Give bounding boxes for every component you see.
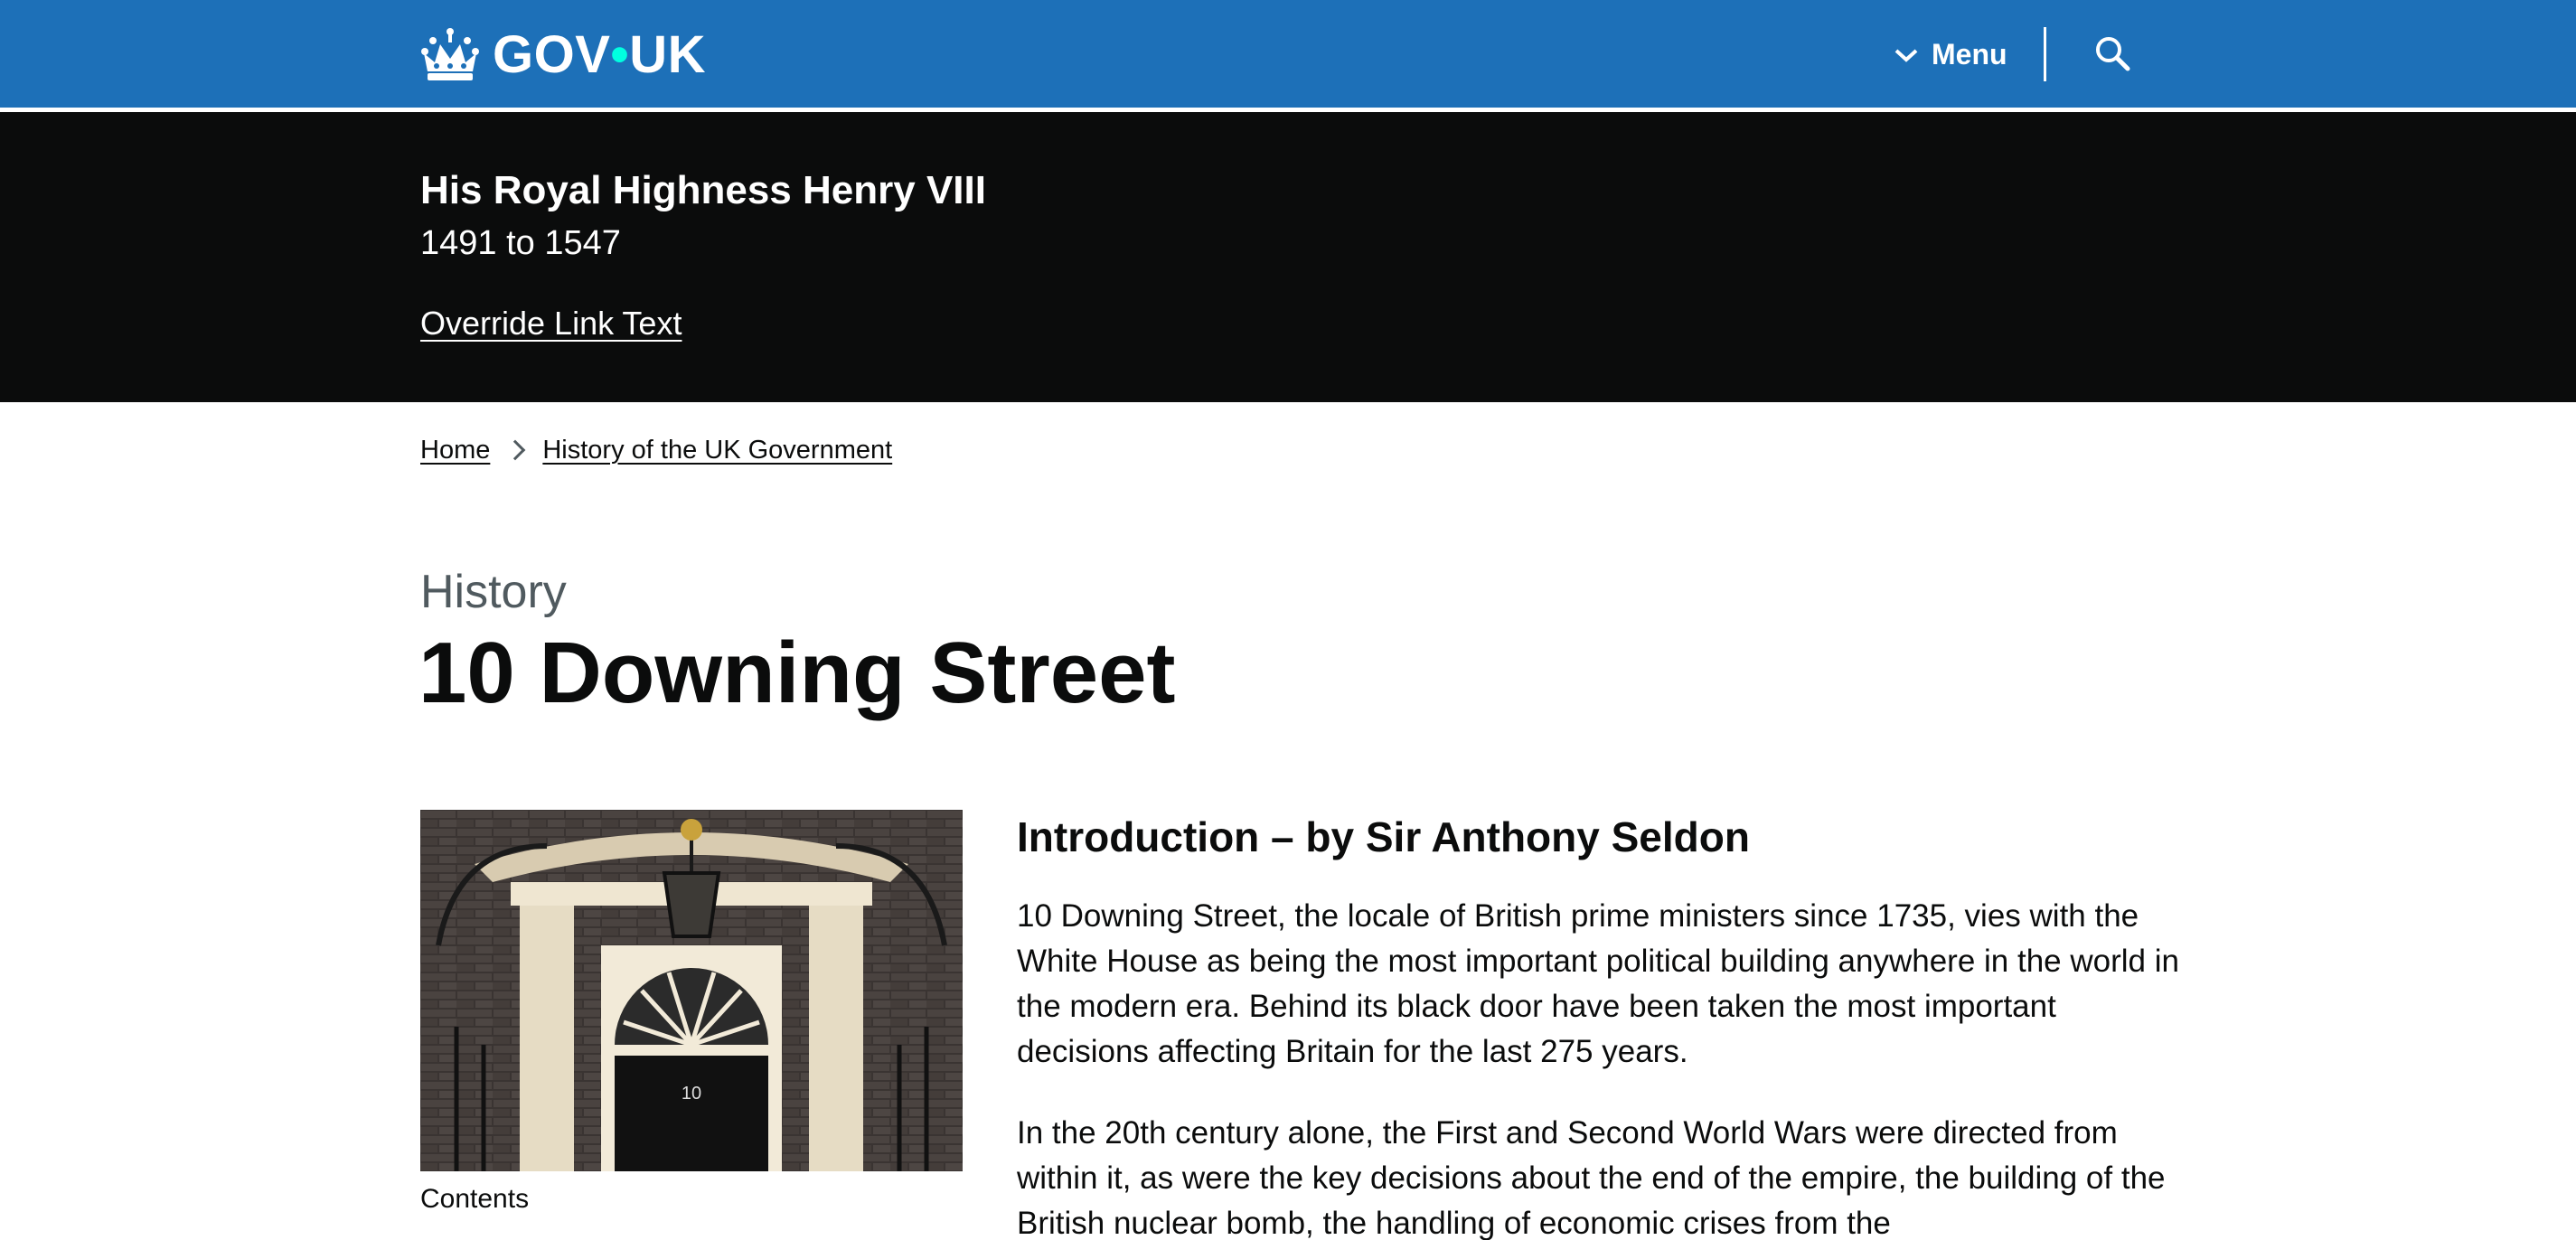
- door-number: 10: [682, 1084, 701, 1104]
- page-caption: History: [420, 566, 567, 618]
- article-body: Introduction – by Sir Anthony Seldon 10 …: [1017, 807, 2183, 1240]
- govuk-logo-link[interactable]: GOV•UK: [420, 20, 706, 89]
- header-container: GOV•UK Menu: [420, 0, 2130, 108]
- search-button[interactable]: [2083, 25, 2141, 83]
- person-banner: His Royal Highness Henry VIII 1491 to 15…: [0, 112, 2576, 402]
- breadcrumb: Home History of the UK Government: [420, 432, 892, 468]
- banner-title: His Royal Highness Henry VIII: [420, 168, 986, 212]
- crown-icon: [420, 26, 480, 82]
- breadcrumb-home[interactable]: Home: [420, 436, 490, 465]
- logo-wordmark: GOV•UK: [493, 24, 707, 84]
- article-paragraph: 10 Downing Street, the locale of British…: [1017, 898, 2179, 1069]
- menu-button[interactable]: Menu: [1894, 27, 2007, 81]
- breadcrumb-history[interactable]: History of the UK Government: [542, 436, 892, 465]
- logo-dot: •: [610, 24, 630, 84]
- chevron-right-icon: [505, 439, 526, 461]
- header-divider: [2044, 27, 2046, 81]
- downing-street-door-image: 10: [420, 810, 963, 1171]
- page-title: 10 Downing Street: [418, 625, 1176, 721]
- article-paragraph: In the 20th century alone, the First and…: [1017, 1115, 2166, 1240]
- chevron-down-icon: [1894, 38, 1919, 71]
- banner-dates: 1491 to 1547: [420, 224, 621, 262]
- image-caption: Contents: [420, 1184, 530, 1214]
- article-heading: Introduction – by Sir Anthony Seldon: [1017, 813, 1750, 860]
- search-icon: [2093, 34, 2131, 75]
- banner-link[interactable]: Override Link Text: [420, 305, 682, 343]
- site-header: GOV•UK Menu: [0, 0, 2576, 112]
- menu-label: Menu: [1932, 37, 2007, 70]
